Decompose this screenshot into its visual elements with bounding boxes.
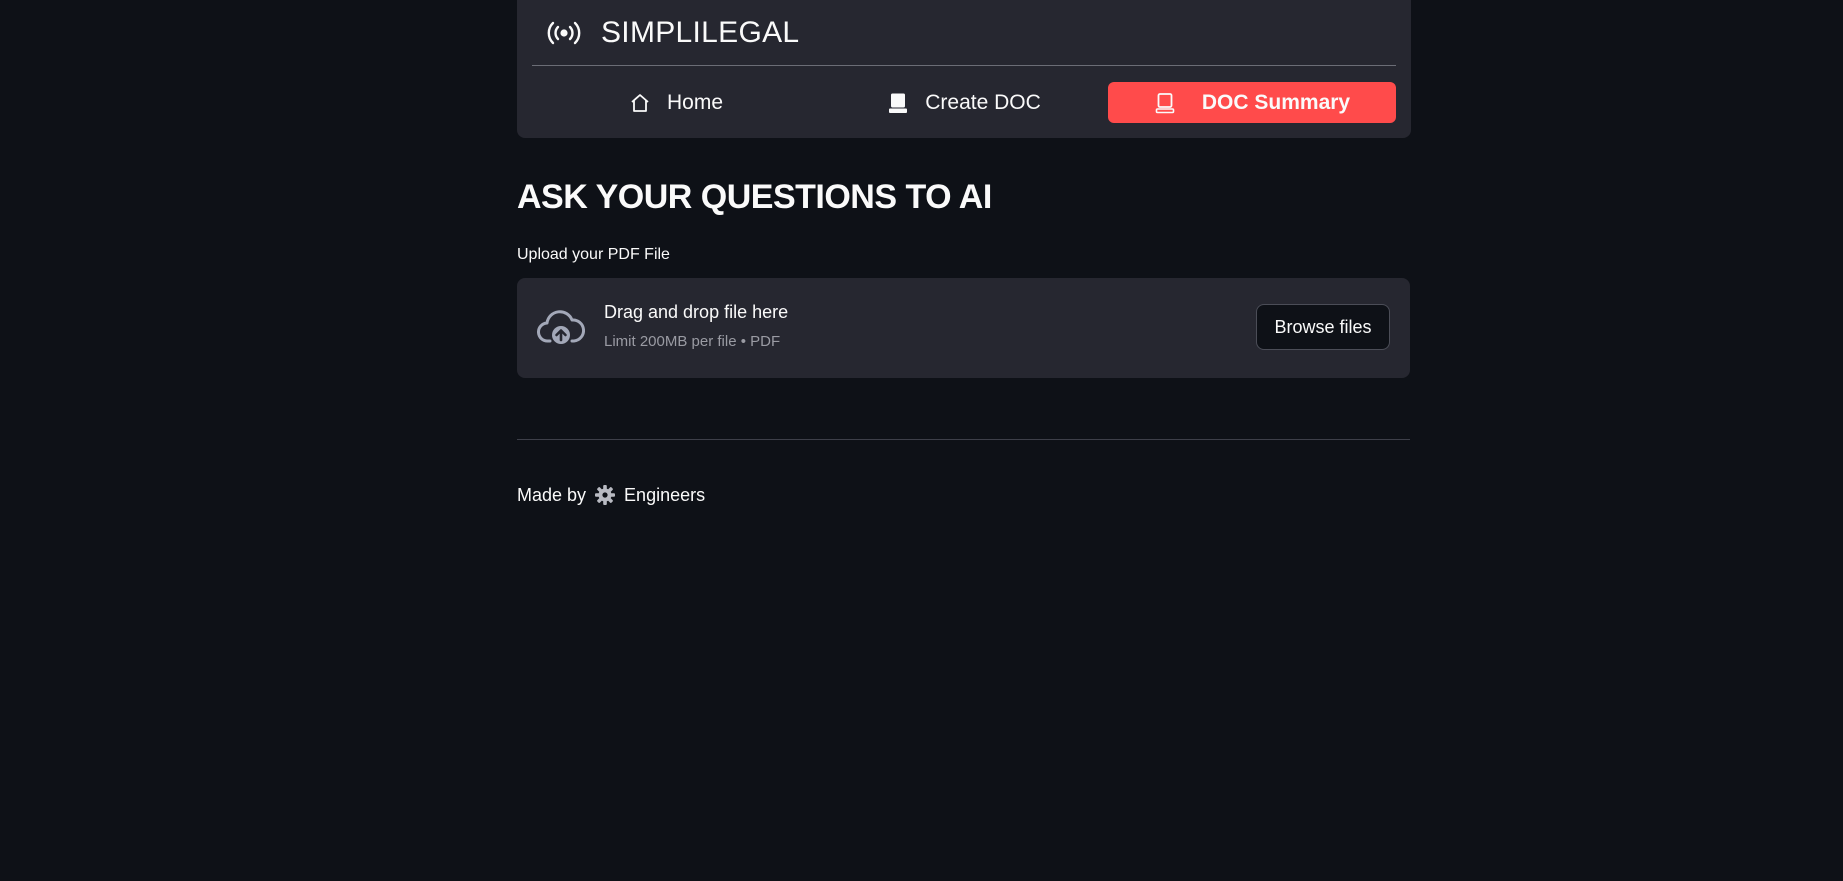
footer: Made by Engineers [517, 484, 705, 506]
nav-menu: Home Create DOC DOC Summary [532, 82, 1396, 123]
nav-item-doc-summary[interactable]: DOC Summary [1108, 82, 1396, 123]
nav-item-label: Home [666, 90, 724, 114]
dropzone-text: Drag and drop file here Limit 200MB per … [604, 302, 788, 350]
nav-divider [532, 65, 1396, 66]
file-limit-text: Limit 200MB per file • PDF [604, 333, 781, 350]
broadcast-icon [547, 18, 581, 48]
footer-suffix: Engineers [624, 484, 706, 505]
nav-item-label: DOC Summary [1201, 90, 1351, 114]
cloud-upload-icon [537, 308, 586, 348]
drop-instruction: Drag and drop file here [604, 302, 789, 322]
tablet-icon [1154, 92, 1176, 114]
tablet-icon [887, 92, 909, 114]
nav-item-create-doc[interactable]: Create DOC [820, 82, 1108, 123]
nav-item-label: Create DOC [925, 90, 1041, 114]
footer-prefix: Made by [517, 484, 587, 505]
house-icon [629, 92, 651, 114]
footer-divider [517, 439, 1410, 440]
gear-icon [594, 484, 616, 506]
nav-item-home[interactable]: Home [532, 82, 820, 123]
nav-card: SIMPLILEGAL Home Create DOC DOC Summary [517, 0, 1411, 138]
page-title: ASK YOUR QUESTIONS TO AI [517, 178, 992, 216]
app-title: SIMPLILEGAL [601, 16, 800, 49]
brand: SIMPLILEGAL [547, 14, 799, 52]
file-dropzone[interactable]: Drag and drop file here Limit 200MB per … [517, 278, 1410, 378]
upload-label: Upload your PDF File [517, 246, 670, 263]
browse-files-button[interactable]: Browse files [1256, 304, 1390, 350]
